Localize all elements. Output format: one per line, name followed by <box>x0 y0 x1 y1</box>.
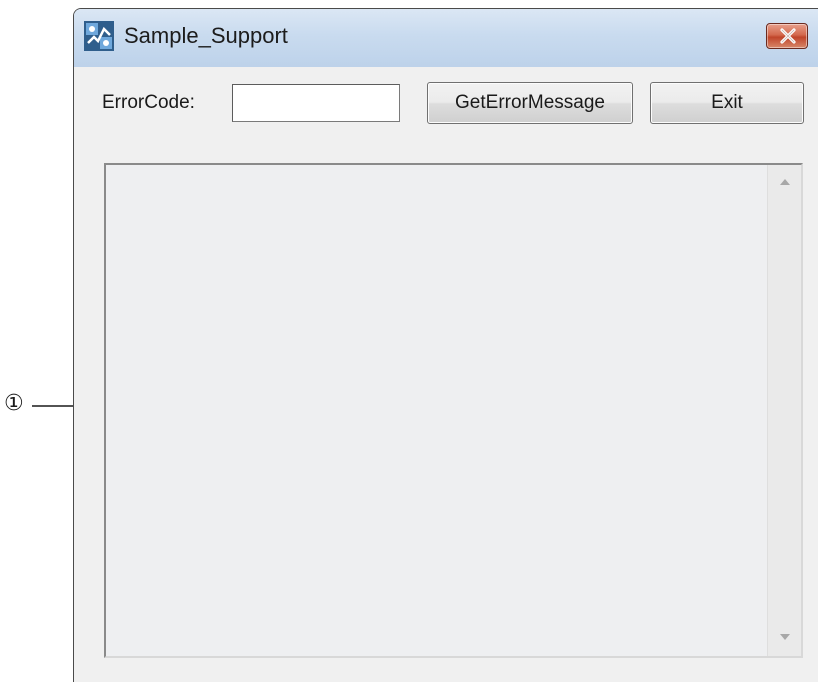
exit-button[interactable]: Exit <box>650 82 804 124</box>
app-icon <box>84 21 114 51</box>
vertical-scrollbar[interactable] <box>767 165 801 656</box>
error-code-label: ErrorCode: <box>102 92 195 113</box>
error-code-input[interactable] <box>232 84 400 122</box>
close-icon <box>780 28 796 44</box>
scroll-down-icon <box>780 634 790 640</box>
page: ① Sample_Support ErrorCode: GetErrorMess… <box>0 0 818 682</box>
scroll-up-button[interactable] <box>768 169 801 197</box>
window-title: Sample_Support <box>124 23 288 48</box>
message-textarea[interactable] <box>104 163 803 658</box>
close-button[interactable] <box>766 23 808 49</box>
title-bar[interactable]: Sample_Support <box>74 9 818 67</box>
callout-number: ① <box>4 391 24 416</box>
scroll-down-button[interactable] <box>768 624 801 652</box>
get-error-message-button[interactable]: GetErrorMessage <box>427 82 633 124</box>
scroll-up-icon <box>780 179 790 185</box>
app-window: Sample_Support ErrorCode: GetErrorMessag… <box>73 8 818 682</box>
